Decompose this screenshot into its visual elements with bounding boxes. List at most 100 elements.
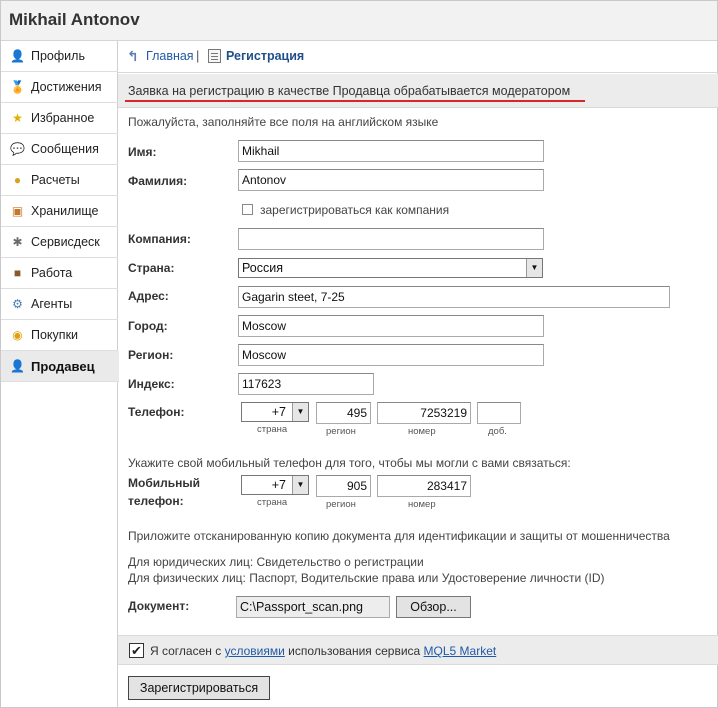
country-label: Страна: (128, 261, 175, 275)
profile-icon: 👤 (10, 49, 25, 63)
briefcase-icon: ■ (13, 266, 22, 280)
city-label: Город: (128, 319, 168, 333)
sidebar-item-label: Избранное (31, 111, 95, 125)
phone-ext-caption: доб. (488, 426, 507, 437)
mobile-region-caption: регион (326, 499, 356, 510)
chat-icon: 💬 (10, 142, 25, 156)
mobile-country-value: +7 (271, 478, 286, 492)
region-label: Регион: (128, 348, 174, 362)
breadcrumb-home-link[interactable]: Главная (146, 49, 194, 63)
agreement-prefix: Я согласен с (150, 644, 225, 658)
mobile-country-caption: страна (257, 497, 288, 508)
sidebar-item-storage[interactable]: ▣ Хранилище (1, 196, 118, 227)
window-frame: Mikhail Antonov 👤 Профиль 🏅 Достижения ★… (0, 0, 718, 708)
page-title: Mikhail Antonov (9, 10, 140, 29)
phone-label: Телефон: (128, 405, 185, 419)
breadcrumb-separator: | (196, 48, 200, 63)
sidebar-item-label: Профиль (31, 49, 85, 63)
register-button[interactable]: Зарегистрироваться (128, 676, 270, 700)
english-hint: Пожалуйста, заполняйте все поля на англи… (128, 115, 439, 129)
star-icon: ★ (12, 111, 23, 125)
sidebar-item-seller[interactable]: 👤 Продавец (1, 351, 119, 382)
sidebar-item-label: Агенты (31, 297, 73, 311)
document-file-input[interactable]: C:\Passport_scan.png (236, 596, 390, 618)
mobile-number-caption: номер (408, 499, 436, 510)
sidebar-item-payments[interactable]: ● Расчеты (1, 165, 118, 196)
sidebar-item-jobs[interactable]: ■ Работа (1, 258, 118, 289)
mobile-label-line2: телефон: (128, 494, 184, 508)
document-icon (208, 49, 221, 63)
address-label: Адрес: (128, 289, 169, 303)
country-select-value: Россия (242, 261, 283, 275)
phone-country-caption: страна (257, 424, 288, 435)
sidebar-item-agents[interactable]: ⚙ Агенты (1, 289, 118, 320)
phone-country-select[interactable]: +7 ▼ (241, 402, 309, 422)
sidebar-item-label: Хранилище (31, 204, 99, 218)
company-input[interactable] (238, 228, 544, 250)
chevron-down-icon[interactable]: ▼ (292, 476, 308, 494)
breadcrumb: ↰ Главная | Регистрация (118, 41, 718, 73)
mobile-region-input[interactable]: 905 (316, 475, 371, 497)
sidebar-item-label: Покупки (31, 328, 79, 342)
phone-number-input[interactable]: 7253219 (377, 402, 471, 424)
phone-number-caption: номер (408, 426, 436, 437)
agree-checkbox[interactable]: ✔ (129, 643, 144, 658)
mobile-label-line1: Мобильный (128, 476, 200, 490)
sidebar-item-achievements[interactable]: 🏅 Достижения (1, 72, 118, 103)
gear-icon: ⚙ (12, 297, 23, 311)
document-personal-hint: Для физических лиц: Паспорт, Водительски… (128, 571, 605, 585)
tools-icon: ✱ (12, 235, 23, 249)
country-select[interactable]: Россия ▼ (238, 258, 543, 278)
company-checkbox[interactable] (242, 204, 253, 215)
storage-icon: ▣ (11, 204, 24, 218)
cart-icon: ◉ (12, 328, 23, 342)
title-bar: Mikhail Antonov (1, 1, 717, 41)
service-link[interactable]: MQL5 Market (424, 644, 497, 658)
seller-icon: 👤 (10, 359, 25, 373)
sidebar-item-label: Работа (31, 266, 73, 280)
coins-icon: ● (13, 173, 22, 187)
sidebar-item-favorites[interactable]: ★ Избранное (1, 103, 118, 134)
company-label: Компания: (128, 232, 191, 246)
phone-region-input[interactable]: 495 (316, 402, 371, 424)
mobile-number-input[interactable]: 283417 (377, 475, 471, 497)
mobile-country-select[interactable]: +7 ▼ (241, 475, 309, 495)
notice-text: Заявка на регистрацию в качестве Продавц… (128, 84, 571, 98)
first-name-input[interactable]: Mikhail (238, 140, 544, 162)
sidebar-item-label: Продавец (31, 359, 95, 374)
sidebar-item-label: Достижения (31, 80, 102, 94)
last-name-input[interactable]: Antonov (238, 169, 544, 191)
medal-icon: 🏅 (10, 80, 25, 94)
sidebar-item-servicedesk[interactable]: ✱ Сервисдеск (1, 227, 118, 258)
terms-link[interactable]: условиями (225, 644, 285, 658)
sidebar-item-profile[interactable]: 👤 Профиль (1, 41, 118, 72)
sidebar-item-purchases[interactable]: ◉ Покупки (1, 320, 118, 351)
document-hint: Приложите отсканированную копию документ… (128, 529, 670, 543)
sidebar-item-label: Сообщения (31, 142, 99, 156)
chevron-down-icon[interactable]: ▼ (292, 403, 308, 421)
region-input[interactable]: Moscow (238, 344, 544, 366)
back-arrow-icon[interactable]: ↰ (127, 49, 141, 63)
document-legal-hint: Для юридических лиц: Свидетельство о рег… (128, 555, 424, 569)
sidebar-item-messages[interactable]: 💬 Сообщения (1, 134, 118, 165)
mobile-hint: Укажите свой мобильный телефон для того,… (128, 456, 571, 470)
browse-button[interactable]: Обзор... (396, 596, 471, 618)
zip-input[interactable]: 117623 (238, 373, 374, 395)
sidebar-item-label: Сервисдеск (31, 235, 100, 249)
sidebar-item-label: Расчеты (31, 173, 80, 187)
chevron-down-icon[interactable]: ▼ (526, 259, 542, 277)
sidebar: 👤 Профиль 🏅 Достижения ★ Избранное 💬 Соо… (1, 41, 119, 707)
city-input[interactable]: Moscow (238, 315, 544, 337)
breadcrumb-current: Регистрация (226, 49, 305, 63)
agreement-middle: использования сервиса (284, 644, 424, 658)
document-label: Документ: (128, 599, 190, 613)
address-input[interactable]: Gagarin steet, 7-25 (238, 286, 670, 308)
main-content: ↰ Главная | Регистрация Заявка на регист… (118, 41, 718, 707)
phone-ext-input[interactable] (477, 402, 521, 424)
last-name-label: Фамилия: (128, 174, 188, 188)
phone-region-caption: регион (326, 426, 356, 437)
zip-label: Индекс: (128, 377, 175, 391)
moderation-notice: Заявка на регистрацию в качестве Продавц… (118, 74, 718, 108)
company-checkbox-label: зарегистрироваться как компания (260, 203, 450, 217)
agreement-row: ✔ Я согласен с условиями использования с… (118, 635, 718, 665)
